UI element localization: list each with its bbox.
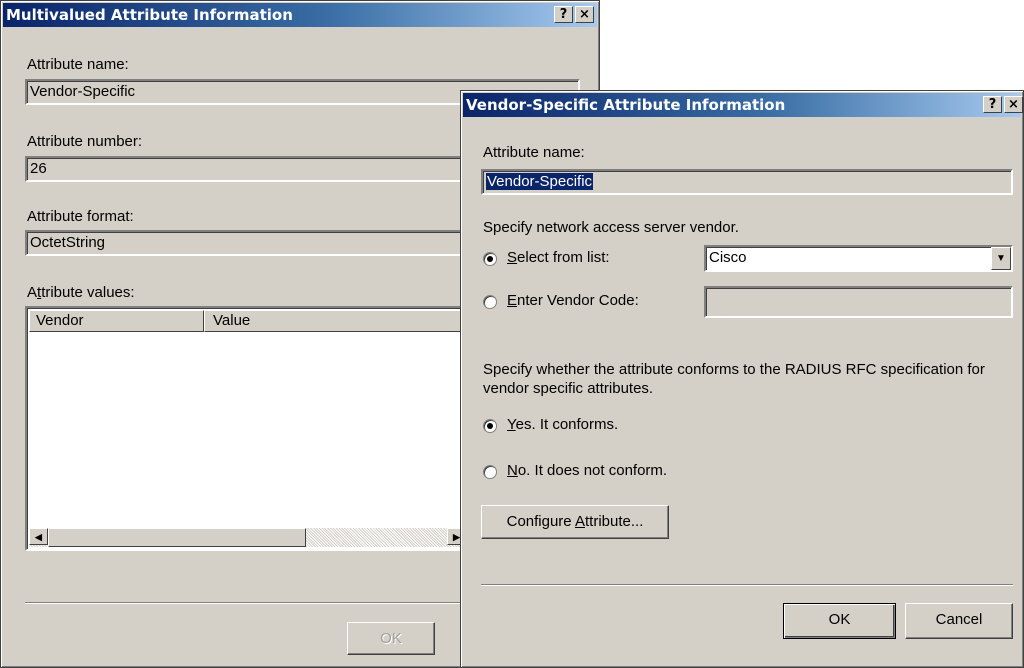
back-dialog-title: Multivalued Attribute Information (6, 6, 293, 24)
select-from-list-radio[interactable] (483, 252, 497, 266)
conform-prompt-line1: Specify whether the attribute conforms t… (483, 361, 985, 378)
back-dialog-titlebar[interactable]: Multivalued Attribute Information ? × (3, 3, 597, 27)
back-attr-name-label: Attribute name: (27, 56, 129, 73)
conforms-no-label[interactable]: No. It does not conform. (507, 462, 667, 479)
enter-vendor-code-radio[interactable] (483, 295, 497, 309)
conforms-no-radio[interactable] (483, 465, 497, 479)
vendor-code-field[interactable] (704, 286, 1013, 318)
back-attr-values-list[interactable]: Vendor Value ◀ ▶ (25, 306, 470, 551)
vendor-dropdown-button[interactable]: ▼ (991, 247, 1011, 270)
back-dialog-separator (25, 602, 470, 604)
front-dialog-titlebar[interactable]: Vendor-Specific Attribute Information ? … (463, 93, 1023, 117)
select-from-list-label[interactable]: Select from list: (507, 249, 610, 266)
vendor-select[interactable]: Cisco ▼ (704, 245, 1013, 272)
front-attr-name-field[interactable]: Vendor-Specific (481, 169, 1013, 195)
front-attr-name-label: Attribute name: (483, 144, 585, 161)
back-attr-values-label: Attribute values: (27, 284, 135, 301)
scroll-right-icon: ▶ (453, 532, 460, 542)
vendor-specific-attribute-dialog: Vendor-Specific Attribute Information ? … (460, 90, 1024, 668)
column-header-vendor[interactable]: Vendor (29, 310, 204, 332)
front-cancel-button[interactable]: Cancel (905, 603, 1013, 639)
front-attr-name-value: Vendor-Specific (486, 173, 594, 190)
front-help-button[interactable]: ? (983, 96, 1002, 113)
conform-prompt-line2: vendor specific attributes. (483, 380, 654, 397)
vendor-select-value: Cisco (709, 249, 747, 266)
list-header: Vendor Value (29, 310, 468, 332)
column-header-value[interactable]: Value (204, 310, 468, 332)
scroll-left-icon: ◀ (35, 532, 42, 542)
back-attr-format-label: Attribute format: (27, 208, 134, 225)
enter-vendor-code-label[interactable]: Enter Vendor Code: (507, 292, 639, 309)
front-close-button[interactable]: × (1004, 96, 1023, 113)
conforms-yes-radio[interactable] (483, 419, 497, 433)
scroll-left-button[interactable]: ◀ (29, 528, 48, 545)
back-close-button[interactable]: × (575, 6, 594, 23)
front-dialog-separator (481, 584, 1013, 586)
front-dialog-title: Vendor-Specific Attribute Information (466, 96, 786, 114)
scroll-thumb[interactable] (48, 528, 306, 547)
back-ok-button[interactable]: OK (347, 622, 435, 655)
back-help-button[interactable]: ? (554, 6, 573, 23)
conforms-yes-label[interactable]: Yes. It conforms. (507, 416, 618, 433)
list-horizontal-scrollbar[interactable]: ◀ ▶ (29, 528, 466, 547)
chevron-down-icon: ▼ (996, 253, 1006, 264)
front-ok-button[interactable]: OK (783, 603, 896, 639)
configure-attribute-button[interactable]: Configure Attribute... (481, 505, 669, 539)
vendor-prompt: Specify network access server vendor. (483, 219, 739, 236)
back-attr-number-label: Attribute number: (27, 133, 143, 150)
